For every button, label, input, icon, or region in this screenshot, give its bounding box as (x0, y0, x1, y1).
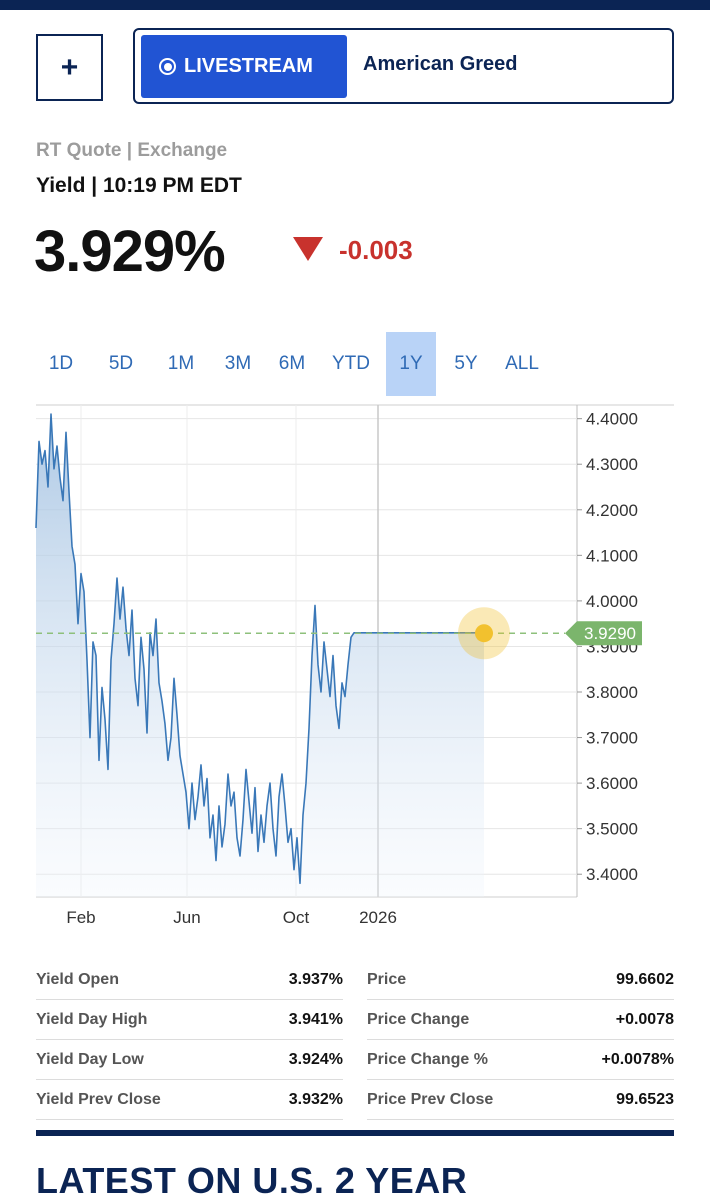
tab-ytd[interactable]: YTD (321, 332, 381, 396)
stat-row: Price 99.6602 (367, 960, 674, 1000)
quote-source: RT Quote | Exchange (36, 140, 228, 161)
y-tick-label: 4.3000 (586, 455, 638, 474)
yield-chart-svg[interactable]: 4.40004.30004.20004.10004.00003.90003.80… (0, 400, 710, 940)
range-tabs: 1D 5D 1M 3M 6M YTD 1Y 5Y ALL (36, 332, 556, 396)
x-tick-label: Jun (173, 908, 200, 927)
y-tick-label: 3.4000 (586, 865, 638, 884)
stat-row: Yield Day Low 3.924% (36, 1040, 343, 1080)
x-tick-label: Oct (283, 908, 310, 927)
x-tick-label: 2026 (359, 908, 397, 927)
x-tick-label: Feb (66, 908, 95, 927)
yield-chart[interactable]: 4.4000 4.3000 4.2000 4.1000 4.0000 3.9000 3.80… (0, 400, 710, 940)
stat-value: 3.937% (288, 970, 343, 988)
y-tick-label: 3.5000 (586, 820, 638, 839)
stat-label: Yield Prev Close (36, 1090, 161, 1108)
stat-value: 3.941% (288, 1010, 343, 1028)
stat-value: 3.932% (288, 1090, 343, 1108)
stat-label: Price (367, 970, 407, 988)
stat-label: Price Change % (367, 1050, 488, 1068)
tab-1d[interactable]: 1D (36, 332, 86, 396)
stat-row: Yield Prev Close 3.932% (36, 1080, 343, 1120)
livestream-bar[interactable]: LIVESTREAM American Greed (133, 28, 674, 104)
stat-value: 3.924% (288, 1050, 343, 1068)
tab-1y[interactable]: 1Y (386, 332, 436, 396)
y-tick-label: 3.7000 (586, 729, 638, 748)
add-to-watchlist-button[interactable]: + (36, 34, 103, 101)
current-marker[interactable] (475, 624, 493, 643)
top-brand-bar (0, 0, 710, 10)
quote-type-time: Yield | 10:19 PM EDT (36, 174, 242, 197)
stat-row: Yield Open 3.937% (36, 960, 343, 1000)
tab-5y[interactable]: 5Y (441, 332, 491, 396)
y-tick-label: 4.0000 (586, 592, 638, 611)
tab-5d[interactable]: 5D (91, 332, 151, 396)
last-yield: 3.929% (34, 219, 226, 284)
livestream-button[interactable]: LIVESTREAM (141, 35, 347, 98)
latest-heading: LATEST ON U.S. 2 YEAR (36, 1160, 468, 1200)
stat-value: 99.6523 (616, 1090, 674, 1108)
section-divider (36, 1130, 674, 1136)
tab-1m[interactable]: 1M (151, 332, 211, 396)
y-tick-label: 4.2000 (586, 501, 638, 520)
tab-3m[interactable]: 3M (208, 332, 268, 396)
tab-6m[interactable]: 6M (261, 332, 323, 396)
stat-label: Yield Day High (36, 1010, 148, 1028)
stat-label: Yield Open (36, 970, 119, 988)
y-tick-label: 3.6000 (586, 774, 638, 793)
plus-icon: + (60, 50, 79, 84)
stat-row: Price Change % +0.0078% (367, 1040, 674, 1080)
stat-value: +0.0078 (615, 1010, 674, 1028)
livestream-label: LIVESTREAM (184, 55, 313, 77)
stat-row: Yield Day High 3.941% (36, 1000, 343, 1040)
yield-change: -0.003 (339, 235, 413, 265)
tab-all[interactable]: ALL (496, 332, 548, 396)
y-tick-label: 4.4000 (586, 410, 638, 429)
down-arrow-icon (293, 237, 323, 261)
stat-label: Price Prev Close (367, 1090, 494, 1108)
stat-value: 99.6602 (616, 970, 674, 988)
stat-row: Price Change +0.0078 (367, 1000, 674, 1040)
show-name-link[interactable]: American Greed (363, 53, 518, 76)
y-tick-label: 4.1000 (586, 546, 638, 565)
radio-live-icon (159, 58, 176, 75)
stat-row: Price Prev Close 99.6523 (367, 1080, 674, 1120)
current-value-label: 3.9290 (584, 624, 636, 643)
stat-label: Yield Day Low (36, 1050, 144, 1068)
y-tick-label: 3.8000 (586, 683, 638, 702)
stat-label: Price Change (367, 1010, 470, 1028)
stat-value: +0.0078% (601, 1050, 674, 1068)
